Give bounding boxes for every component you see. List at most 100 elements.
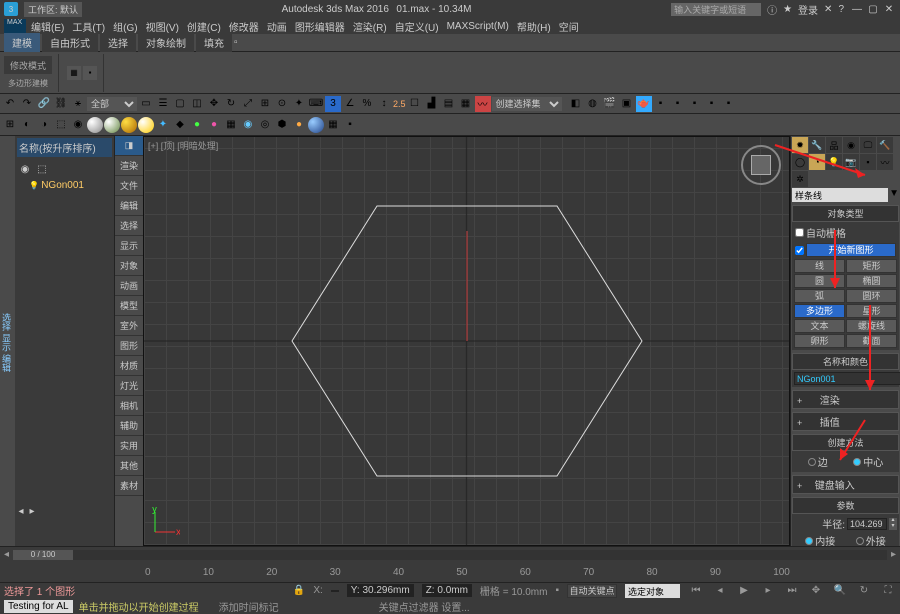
help-icon[interactable]: ? bbox=[838, 4, 844, 15]
star-icon[interactable]: ★ bbox=[783, 4, 792, 15]
pivot-icon[interactable]: ⊙ bbox=[274, 96, 290, 112]
rotate-icon[interactable]: ↻ bbox=[223, 96, 239, 112]
close-x-icon[interactable]: ✕ bbox=[824, 4, 832, 15]
btn-ngon[interactable]: 多边形 bbox=[794, 304, 845, 318]
menu-create[interactable]: 创建(C) bbox=[184, 19, 224, 34]
ribbon-tab-selection[interactable]: 选择 bbox=[100, 33, 136, 52]
keyfilter-label[interactable]: 关键点过滤器 设置... bbox=[379, 599, 470, 614]
snap-toggle[interactable]: 3 bbox=[325, 96, 341, 112]
left-dock-label[interactable]: 选择 显示 编辑 bbox=[0, 136, 15, 546]
close-button[interactable]: ✕ bbox=[882, 4, 896, 15]
tb2-b11[interactable]: ◎ bbox=[257, 117, 273, 133]
modify-mode-button[interactable]: 修改模式 bbox=[4, 56, 52, 74]
vtab-utility[interactable]: 实用 bbox=[115, 436, 143, 456]
shapes-cat-icon[interactable]: ◔ bbox=[809, 154, 825, 170]
menu-view[interactable]: 视图(V) bbox=[143, 19, 182, 34]
menu-animation[interactable]: 动画 bbox=[264, 19, 290, 34]
menu-group[interactable]: 组(G) bbox=[110, 19, 140, 34]
mat-ball-2[interactable] bbox=[104, 117, 120, 133]
mat-ball-1[interactable] bbox=[87, 117, 103, 133]
subcategory-dropdown[interactable]: 样条线 bbox=[792, 188, 888, 202]
sun-icon[interactable] bbox=[138, 117, 154, 133]
select-name-icon[interactable]: ☰ bbox=[155, 96, 171, 112]
spacewarps-cat-icon[interactable]: 〰 bbox=[877, 154, 893, 170]
nav-pan-icon[interactable]: ✥ bbox=[808, 583, 824, 599]
object-name-input[interactable] bbox=[794, 372, 900, 385]
named-selection[interactable]: 创建选择集 bbox=[492, 97, 562, 111]
time-handle[interactable]: 0 / 100 bbox=[13, 550, 73, 560]
spinner-snap-icon[interactable]: ↕ bbox=[376, 96, 392, 112]
rollout-render[interactable]: + 渲染 bbox=[792, 390, 899, 409]
ribbon-collapse-icon[interactable]: ▫ bbox=[234, 37, 238, 48]
autokey-button[interactable]: 自动关键点 bbox=[567, 584, 617, 598]
bind-icon[interactable]: ⚹ bbox=[70, 96, 86, 112]
tb2-b7[interactable]: ● bbox=[189, 117, 205, 133]
timeline-ruler[interactable]: 0102030405060708090100 bbox=[0, 562, 900, 582]
rollout-namecolor[interactable]: 名称和颜色 bbox=[792, 353, 899, 370]
btn-helix[interactable]: 螺旋线 bbox=[846, 319, 897, 333]
ribbon-tab-freeform[interactable]: 自由形式 bbox=[42, 33, 98, 52]
tb2-b4[interactable]: ◉ bbox=[70, 117, 86, 133]
radio-circum[interactable] bbox=[856, 537, 864, 545]
addmark-label[interactable]: 添加时间标记 bbox=[219, 599, 279, 614]
create-tab-icon[interactable]: ✹ bbox=[792, 137, 808, 153]
vtab-helper[interactable]: 辅助 bbox=[115, 416, 143, 436]
btn-line[interactable]: 线 bbox=[794, 259, 845, 273]
link-icon[interactable]: 🔗 bbox=[36, 96, 52, 112]
coord-x[interactable] bbox=[331, 590, 339, 592]
ribbon-tab-populate[interactable]: 填充 bbox=[196, 33, 232, 52]
vtab-object[interactable]: 对象 bbox=[115, 256, 143, 276]
menu-modifiers[interactable]: 修改器 bbox=[226, 19, 262, 34]
vtab-anim[interactable]: 动画 bbox=[115, 276, 143, 296]
geom-cat-icon[interactable]: ◯ bbox=[792, 154, 808, 170]
vtab-camera[interactable]: 相机 bbox=[115, 396, 143, 416]
vtab-material[interactable]: 材质 bbox=[115, 356, 143, 376]
vtab-render[interactable]: 渲染 bbox=[115, 156, 143, 176]
minimize-button[interactable]: — bbox=[850, 4, 864, 15]
ribbon-btn2[interactable]: ▪ bbox=[83, 66, 97, 80]
vtab-shape[interactable]: 图形 bbox=[115, 336, 143, 356]
select-region-icon[interactable]: ▢ bbox=[172, 96, 188, 112]
tb2-b14[interactable]: ▦ bbox=[325, 117, 341, 133]
scene-nav-left[interactable]: ◂ bbox=[16, 506, 26, 516]
mirror-icon[interactable]: ▟ bbox=[424, 96, 440, 112]
ribbon-tab-objectpaint[interactable]: 对象绘制 bbox=[138, 33, 194, 52]
menu-customize[interactable]: 自定义(U) bbox=[392, 19, 442, 34]
render-setup-icon[interactable]: 🎬 bbox=[602, 96, 618, 112]
startnew-checkbox[interactable] bbox=[795, 246, 804, 255]
radio-edge[interactable] bbox=[808, 458, 816, 466]
viewcube-toggle[interactable]: ◨ bbox=[115, 136, 143, 156]
redo-icon[interactable]: ↷ bbox=[19, 96, 35, 112]
rollout-interp[interactable]: + 插值 bbox=[792, 412, 899, 431]
time-next[interactable]: ▸ bbox=[891, 549, 896, 560]
systems-cat-icon[interactable]: ✲ bbox=[792, 171, 808, 187]
vtab-light[interactable]: 灯光 bbox=[115, 376, 143, 396]
tb2-b9[interactable]: ▦ bbox=[223, 117, 239, 133]
modify-tab-icon[interactable]: 🔧 bbox=[809, 137, 825, 153]
viewport[interactable]: [+] [顶] [明暗处理] xy bbox=[143, 136, 790, 546]
autogrid-checkbox[interactable] bbox=[795, 228, 804, 237]
vtab-select[interactable]: 选择 bbox=[115, 216, 143, 236]
ribbon-btn1[interactable]: ▦ bbox=[67, 66, 81, 80]
tb2-b3[interactable]: ⬚ bbox=[53, 117, 69, 133]
workspace-label[interactable]: 工作区: 默认 bbox=[24, 2, 82, 17]
tb2-b15[interactable]: ▪ bbox=[342, 117, 358, 133]
vtab-display[interactable]: 显示 bbox=[115, 236, 143, 256]
play-icon[interactable]: ▶ bbox=[736, 583, 752, 599]
vtab-file[interactable]: 文件 bbox=[115, 176, 143, 196]
infocenter-icon[interactable]: ⓘ bbox=[767, 2, 777, 17]
move-icon[interactable]: ✥ bbox=[206, 96, 222, 112]
tb2-b12[interactable]: ⬢ bbox=[274, 117, 290, 133]
nav-orbit-icon[interactable]: ↻ bbox=[856, 583, 872, 599]
radio-center[interactable] bbox=[853, 458, 861, 466]
schematic-icon[interactable]: ◧ bbox=[568, 96, 584, 112]
tb2-grid-icon[interactable]: ⊞ bbox=[2, 117, 18, 133]
rollout-objecttype[interactable]: 对象类型 bbox=[792, 205, 899, 222]
play-end-icon[interactable]: ⏭ bbox=[784, 583, 800, 599]
window-crossing-icon[interactable]: ◫ bbox=[189, 96, 205, 112]
scene-nav-right[interactable]: ▸ bbox=[27, 506, 37, 516]
time-slider[interactable]: 0 / 100 bbox=[13, 550, 887, 560]
lock-icon[interactable]: 🔒 bbox=[293, 585, 305, 596]
tb2-b1[interactable]: ◐ bbox=[19, 117, 35, 133]
layers-icon[interactable]: ▦ bbox=[458, 96, 474, 112]
